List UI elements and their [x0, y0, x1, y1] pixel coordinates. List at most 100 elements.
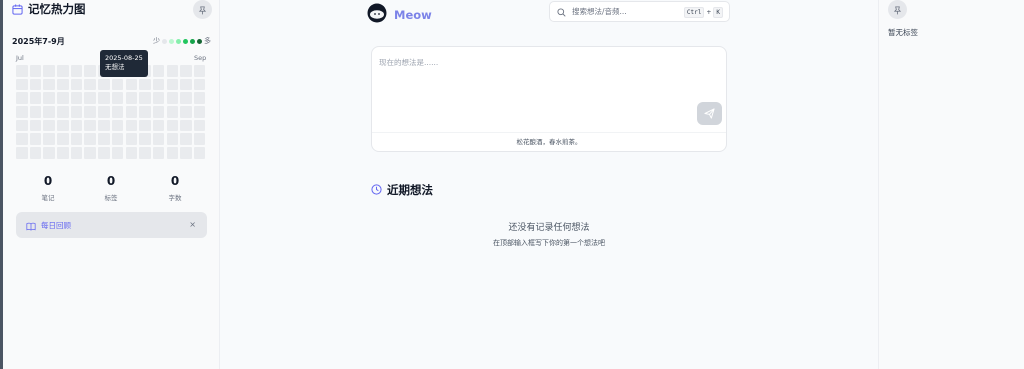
heatmap-cell[interactable] [84, 65, 96, 77]
heatmap-cell[interactable] [70, 119, 83, 132]
heatmap-cell[interactable] [57, 65, 69, 77]
heatmap-cell[interactable] [193, 78, 206, 91]
heatmap-cell[interactable] [139, 133, 151, 145]
heatmap-cell[interactable] [180, 78, 192, 91]
heatmap-cell[interactable] [43, 65, 55, 77]
heatmap-cell[interactable] [43, 147, 55, 159]
heatmap-cell[interactable] [29, 106, 42, 118]
heatmap-cell[interactable] [193, 147, 206, 159]
search-input[interactable]: 搜索想法/音频... Ctrl + K [549, 1, 730, 22]
heatmap-cell[interactable] [139, 119, 151, 132]
pin-sidebar-button[interactable] [193, 0, 212, 19]
heatmap-cell[interactable] [180, 119, 192, 132]
heatmap-cell[interactable] [111, 147, 124, 159]
heatmap-cell[interactable] [98, 92, 110, 104]
heatmap-cell[interactable] [57, 92, 69, 104]
heatmap-cell[interactable] [16, 65, 28, 77]
heatmap-cell[interactable] [152, 133, 165, 145]
heatmap-cell[interactable] [139, 147, 151, 159]
heatmap-cell[interactable] [166, 78, 179, 91]
heatmap-cell[interactable] [180, 106, 192, 118]
heatmap-cell[interactable] [43, 78, 55, 91]
heatmap-cell[interactable] [29, 147, 42, 159]
heatmap-cell[interactable] [152, 78, 165, 91]
heatmap-cell[interactable] [111, 133, 124, 145]
heatmap-cell[interactable] [152, 106, 165, 118]
heatmap-cell[interactable] [193, 92, 206, 104]
heatmap-cell[interactable] [125, 119, 137, 132]
heatmap-cell[interactable] [193, 133, 206, 145]
heatmap-cell[interactable] [70, 92, 83, 104]
heatmap-cell[interactable] [111, 106, 124, 118]
heatmap-cell[interactable] [152, 92, 165, 104]
heatmap-cell[interactable] [152, 65, 165, 77]
heatmap-cell[interactable] [29, 119, 42, 132]
close-review-button[interactable]: × [189, 220, 196, 229]
heatmap-cell[interactable] [139, 92, 151, 104]
heatmap-cell[interactable] [43, 92, 55, 104]
heatmap-cell[interactable] [193, 106, 206, 118]
heatmap-cell[interactable] [180, 92, 192, 104]
heatmap-cell[interactable] [166, 65, 179, 77]
heatmap-cell[interactable] [43, 133, 55, 145]
heatmap-cell[interactable] [16, 78, 28, 91]
heatmap-cell[interactable] [57, 147, 69, 159]
heatmap-cell[interactable] [16, 106, 28, 118]
heatmap-cell[interactable] [152, 119, 165, 132]
heatmap-cell[interactable] [84, 92, 96, 104]
heatmap-cell[interactable] [98, 133, 110, 145]
heatmap-cell[interactable] [180, 133, 192, 145]
heatmap-cell[interactable] [98, 119, 110, 132]
heatmap-cell[interactable] [166, 133, 179, 145]
heatmap-cell[interactable] [139, 78, 151, 91]
heatmap-cell[interactable] [193, 119, 206, 132]
heatmap-cell[interactable] [70, 147, 83, 159]
heatmap-cell[interactable] [16, 119, 28, 132]
heatmap-cell[interactable] [166, 147, 179, 159]
heatmap-cell[interactable] [139, 106, 151, 118]
heatmap-cell[interactable] [125, 92, 137, 104]
heatmap-cell[interactable] [84, 133, 96, 145]
heatmap-cell[interactable] [70, 133, 83, 145]
heatmap-cell[interactable] [57, 133, 69, 145]
heatmap-cell[interactable] [111, 78, 124, 91]
heatmap-cell[interactable] [98, 78, 110, 91]
heatmap-cell[interactable] [166, 92, 179, 104]
heatmap-cell[interactable] [193, 65, 206, 77]
heatmap-cell[interactable] [57, 78, 69, 91]
heatmap-cell[interactable] [29, 92, 42, 104]
heatmap-cell[interactable] [125, 78, 137, 91]
heatmap-cell[interactable] [98, 106, 110, 118]
heatmap-cell[interactable] [125, 106, 137, 118]
heatmap-cell[interactable] [111, 119, 124, 132]
heatmap-cell[interactable] [70, 78, 83, 91]
heatmap-cell[interactable] [57, 119, 69, 132]
heatmap-cell[interactable] [43, 106, 55, 118]
heatmap-cell[interactable] [16, 92, 28, 104]
heatmap-cell[interactable] [166, 119, 179, 132]
heatmap-cell[interactable] [84, 119, 96, 132]
heatmap-cell[interactable] [166, 106, 179, 118]
heatmap-cell[interactable] [29, 78, 42, 91]
pin-tags-button[interactable] [888, 0, 907, 19]
app-logo[interactable]: Meow [366, 3, 432, 27]
heatmap-cell[interactable] [70, 106, 83, 118]
thought-composer[interactable]: 现在的想法是...... 松花酿酒，春水煎茶。 [371, 46, 727, 152]
heatmap-cell[interactable] [16, 147, 28, 159]
heatmap-cell[interactable] [84, 78, 96, 91]
heatmap-cell[interactable] [125, 133, 137, 145]
heatmap-cell[interactable] [152, 147, 165, 159]
heatmap-cell[interactable] [29, 133, 42, 145]
daily-review-button[interactable]: 每日回顾 × [16, 212, 207, 238]
heatmap-cell[interactable] [180, 65, 192, 77]
heatmap-cell[interactable] [70, 65, 83, 77]
heatmap-cell[interactable] [180, 147, 192, 159]
heatmap-cell[interactable] [84, 147, 96, 159]
heatmap-cell[interactable] [43, 119, 55, 132]
heatmap-cell[interactable] [16, 133, 28, 145]
heatmap-cell[interactable] [29, 65, 42, 77]
send-button[interactable] [697, 102, 722, 125]
heatmap-cell[interactable] [57, 106, 69, 118]
heatmap-cell[interactable] [84, 106, 96, 118]
heatmap-cell[interactable] [125, 147, 137, 159]
